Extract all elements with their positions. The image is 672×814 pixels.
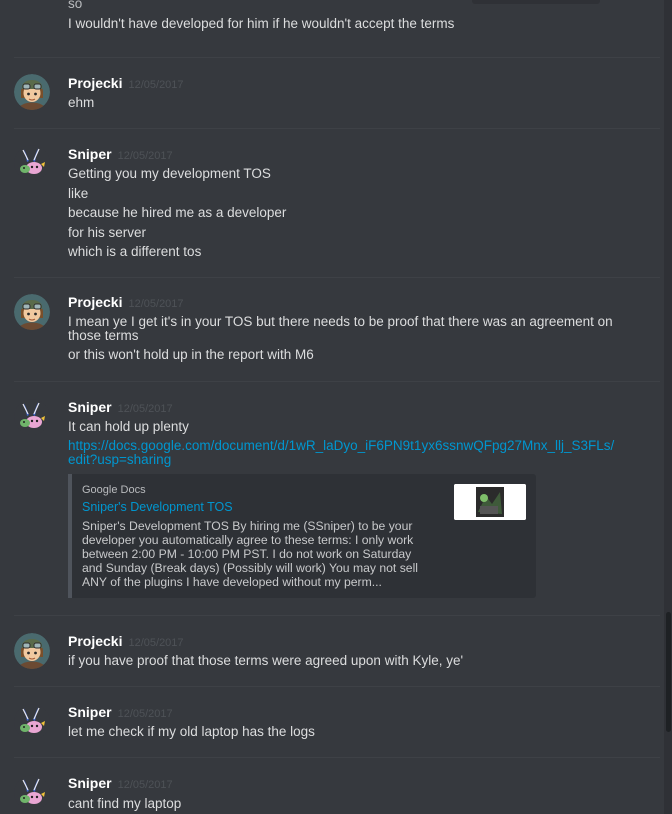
message-text: cant find my laptop: [68, 796, 182, 811]
message-text: It can hold up plenty: [68, 419, 189, 434]
message-text: I mean ye I get it's in your TOS but the…: [68, 314, 613, 343]
link-embed-card: Google Docs Sniper's Development TOS Sni…: [68, 474, 536, 598]
message-text: for his server: [68, 224, 147, 240]
projecki-avatar[interactable]: [14, 74, 50, 110]
timestamp: 12/05/2017: [117, 150, 173, 162]
embed-thumbnail[interactable]: [454, 484, 526, 520]
message-header: Sniper 12/05/2017: [68, 146, 173, 162]
message-divider: [14, 757, 660, 758]
message-body: let me check if my old laptop has the lo…: [68, 722, 628, 742]
timestamp: 12/05/2017: [128, 637, 184, 649]
message-text: which is a different tos: [68, 244, 202, 259]
sniper-avatar[interactable]: [14, 775, 50, 811]
message-divider: [14, 381, 660, 382]
chat-messages-area[interactable]: so I wouldn't have developed for him if …: [0, 0, 664, 814]
message-divider: [14, 277, 660, 278]
sniper-avatar-image: [14, 399, 50, 435]
sniper-avatar[interactable]: [14, 399, 50, 435]
message-text: I wouldn't have developed for him if he …: [68, 15, 455, 31]
message-body: cant find my laptop: [68, 794, 628, 814]
timestamp: 12/05/2017: [117, 403, 173, 415]
clipped-message-line: so: [68, 0, 83, 11]
message-header: Projecki 12/05/2017: [68, 75, 184, 91]
sniper-avatar[interactable]: [14, 145, 50, 181]
message-header: Projecki 12/05/2017: [68, 633, 184, 649]
projecki-avatar-image: [14, 633, 50, 669]
username[interactable]: Sniper: [68, 399, 112, 415]
timestamp: 12/05/2017: [117, 708, 173, 720]
sniper-avatar-image: [14, 775, 50, 811]
projecki-avatar[interactable]: [14, 633, 50, 669]
message-header: Sniper 12/05/2017: [68, 775, 173, 791]
scrollbar-thumb[interactable]: [666, 612, 671, 732]
message-header: Sniper 12/05/2017: [68, 399, 173, 415]
timestamp: 12/05/2017: [128, 298, 184, 310]
message-text: let me check if my old laptop has the lo…: [68, 724, 315, 739]
message-body: if you have proof that those terms were …: [68, 651, 628, 671]
google-docs-link[interactable]: https://docs.google.com/document/d/1wR_l…: [68, 438, 618, 467]
projecki-avatar[interactable]: [14, 294, 50, 330]
username[interactable]: Sniper: [68, 775, 112, 791]
message-text: if you have proof that those terms were …: [68, 653, 464, 668]
message-divider: [14, 57, 660, 58]
previous-message-continuation: so I wouldn't have developed for him if …: [0, 0, 664, 33]
message-header: Projecki 12/05/2017: [68, 294, 184, 310]
message-body: I mean ye I get it's in your TOS but the…: [68, 312, 618, 365]
timestamp: 12/05/2017: [117, 779, 173, 791]
sniper-avatar-image: [14, 145, 50, 181]
username[interactable]: Projecki: [68, 75, 122, 91]
sniper-avatar[interactable]: [14, 704, 50, 740]
message-text: ehm: [68, 95, 95, 110]
message-body: ehm: [68, 93, 628, 113]
document-thumbnail-image: [454, 484, 526, 520]
sniper-avatar-image: [14, 704, 50, 740]
message-body: Getting you my development TOS like beca…: [68, 164, 628, 262]
projecki-avatar-image: [14, 294, 50, 330]
embed-description: Sniper's Development TOS By hiring me (S…: [82, 519, 418, 590]
message-body: It can hold up plenty https://docs.googl…: [68, 417, 628, 467]
message-text: Getting you my development TOS: [68, 166, 271, 181]
message-divider: [14, 128, 660, 129]
timestamp: 12/05/2017: [128, 79, 184, 91]
embed-provider: Google Docs: [82, 484, 146, 496]
message-text: like: [68, 185, 89, 201]
username[interactable]: Projecki: [68, 633, 122, 649]
message-divider: [14, 615, 660, 616]
message-text: because he hired me as a developer: [68, 205, 287, 220]
message-text: or this won't hold up in the report with…: [68, 347, 314, 362]
username[interactable]: Sniper: [68, 704, 112, 720]
message-header: Sniper 12/05/2017: [68, 704, 173, 720]
username[interactable]: Sniper: [68, 146, 112, 162]
username[interactable]: Projecki: [68, 294, 122, 310]
message-divider: [14, 686, 660, 687]
projecki-avatar-image: [14, 74, 50, 110]
embed-title-link[interactable]: Sniper's Development TOS: [82, 500, 233, 514]
